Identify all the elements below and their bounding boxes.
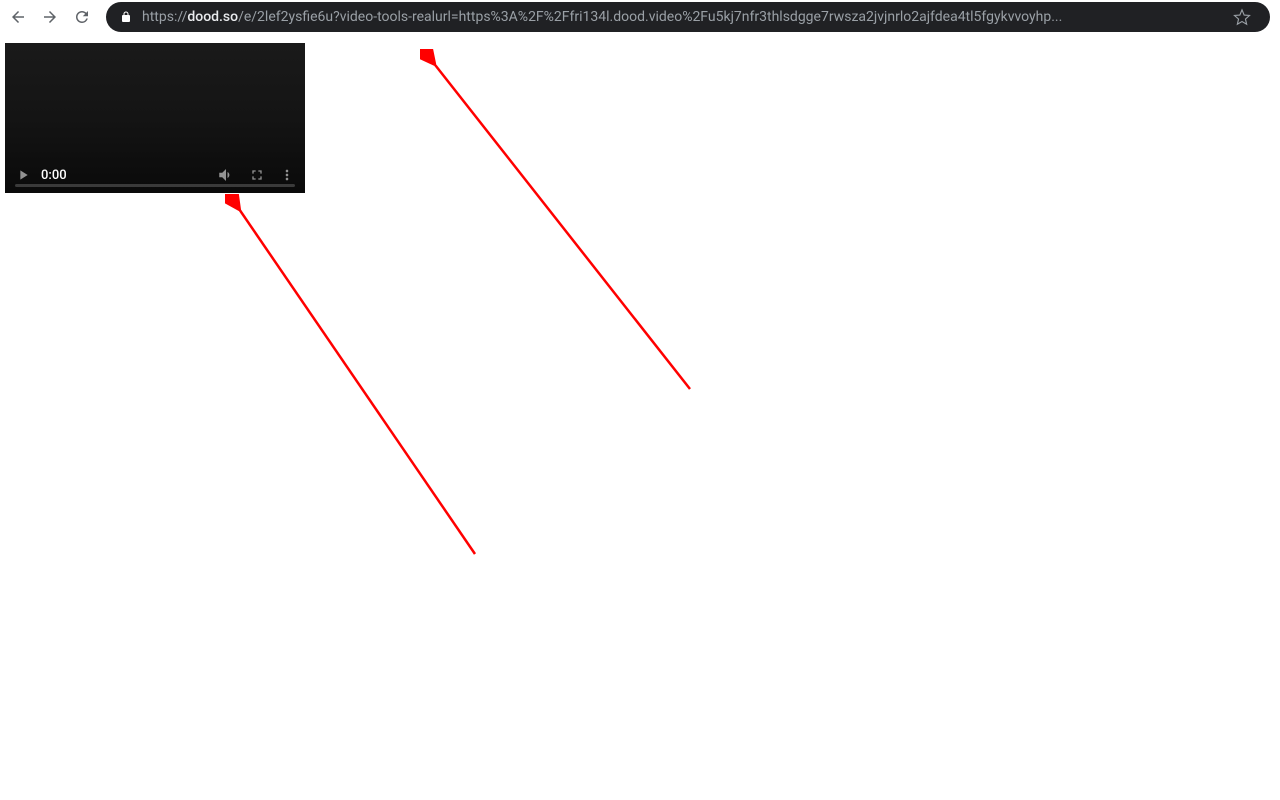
arrow-left-icon [9, 8, 27, 26]
annotation-arrow-2 [420, 49, 700, 403]
url-path: /e/2lef2ysfie6u?video-tools-realurl=http… [238, 9, 1062, 25]
browser-toolbar: https://dood.so/e/2lef2ysfie6u?video-too… [0, 0, 1280, 34]
play-button[interactable] [15, 167, 31, 183]
lock-icon [120, 11, 132, 23]
url-domain: dood.so [187, 9, 238, 25]
fullscreen-button[interactable] [249, 167, 265, 183]
star-icon [1233, 8, 1251, 26]
fullscreen-icon [249, 167, 265, 183]
more-options-button[interactable] [279, 167, 295, 183]
volume-button[interactable] [217, 166, 235, 184]
reload-button[interactable] [68, 3, 96, 31]
arrow-right-icon [41, 8, 59, 26]
video-progress-bar[interactable] [15, 184, 295, 187]
url-scheme: https:// [142, 9, 187, 25]
forward-button[interactable] [36, 3, 64, 31]
bookmark-button[interactable] [1228, 3, 1256, 31]
page-content: 0:00 [0, 34, 1280, 800]
play-icon [15, 167, 31, 183]
url-bar[interactable]: https://dood.so/e/2lef2ysfie6u?video-too… [106, 2, 1270, 32]
reload-icon [73, 8, 91, 26]
volume-icon [217, 166, 235, 184]
video-controls: 0:00 [5, 157, 305, 193]
annotation-arrow-1 [225, 194, 485, 568]
video-player[interactable]: 0:00 [5, 43, 305, 193]
more-vertical-icon [279, 167, 295, 183]
back-button[interactable] [4, 3, 32, 31]
video-time: 0:00 [41, 168, 67, 183]
